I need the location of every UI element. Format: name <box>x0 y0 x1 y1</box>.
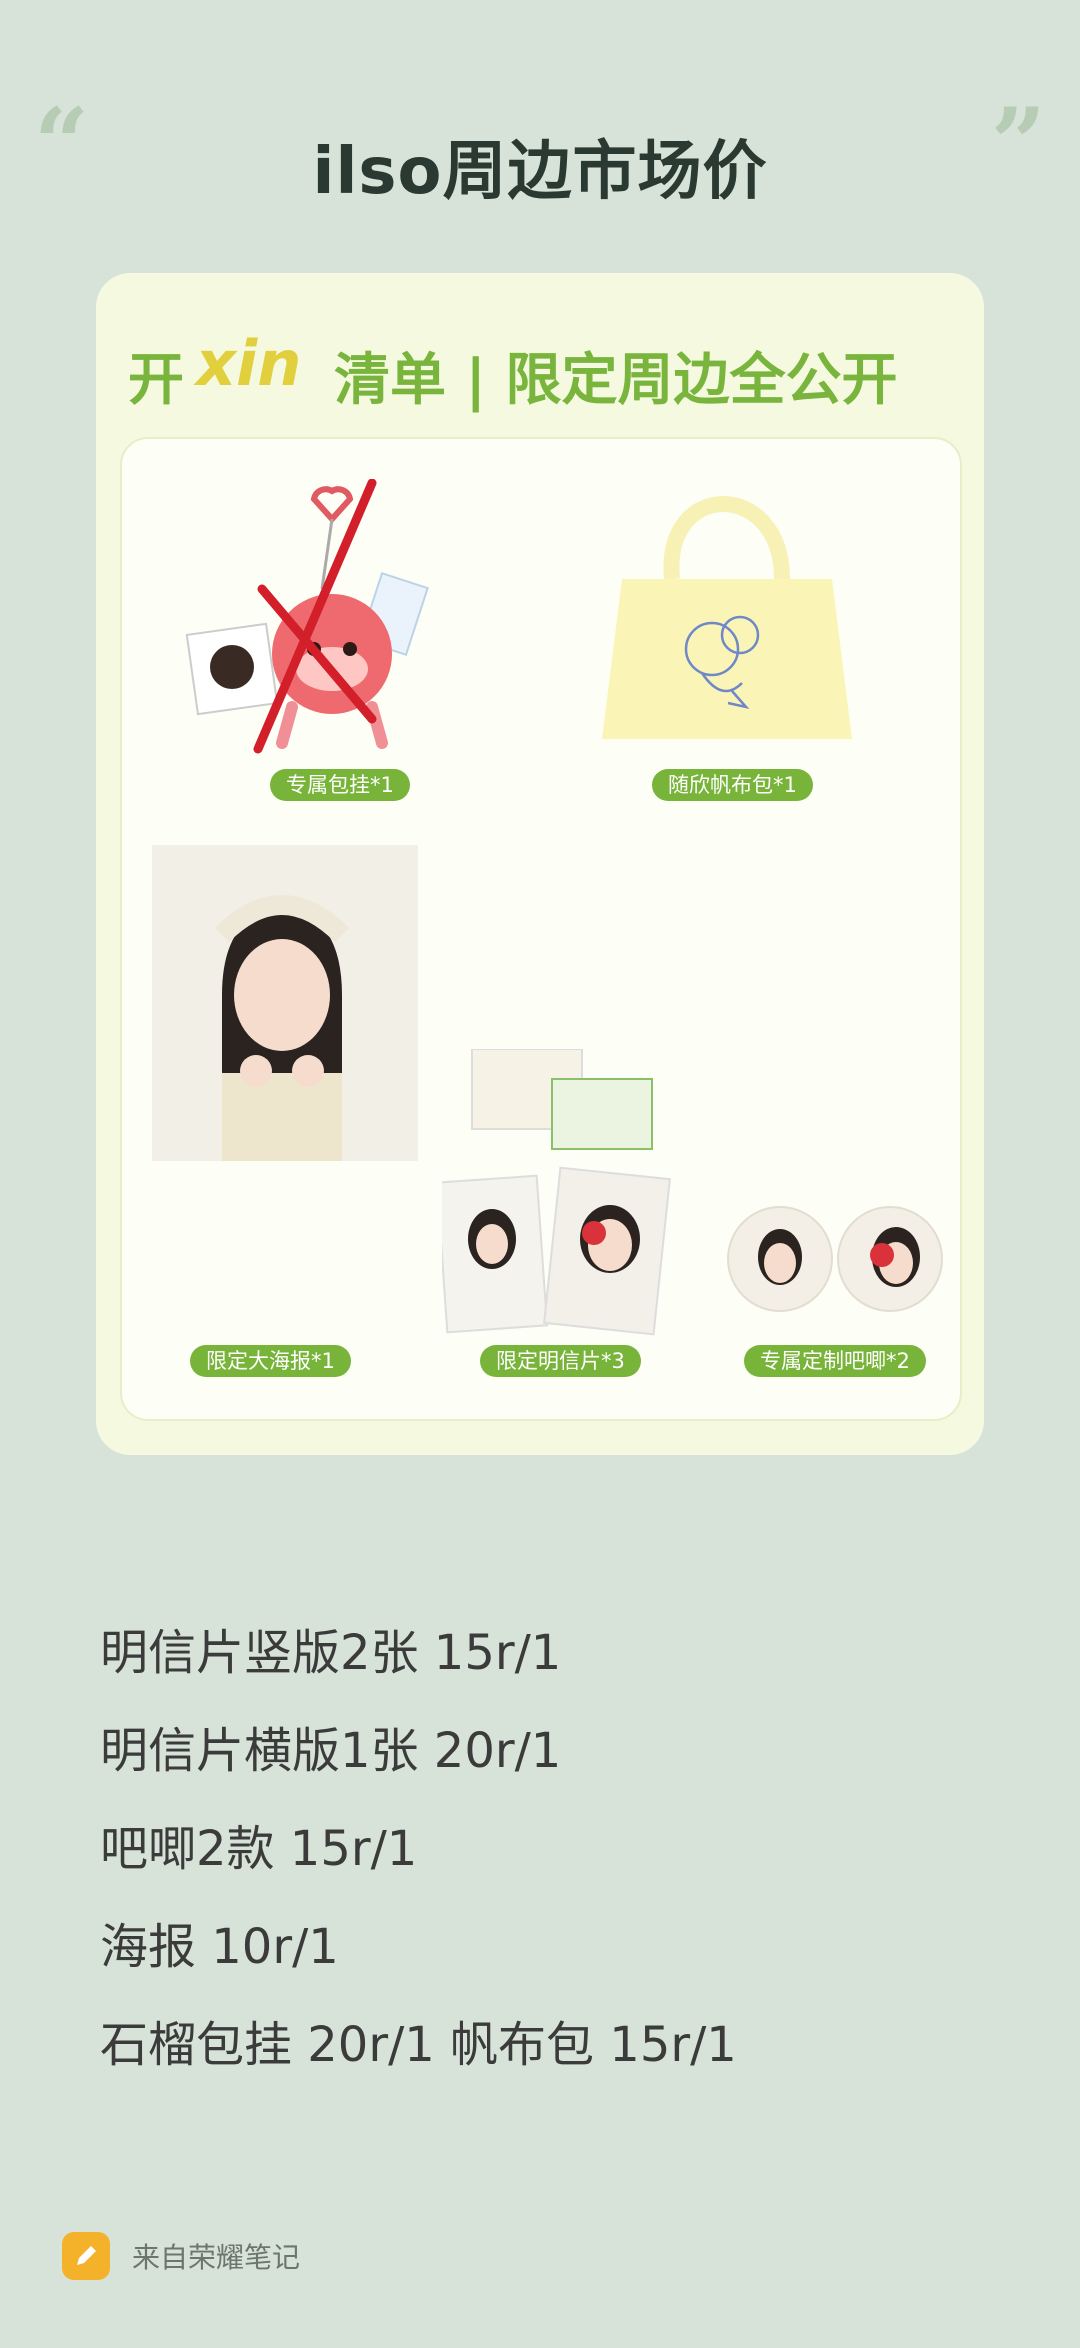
crossed-out-mark <box>253 479 377 754</box>
postcard-image <box>435 1048 671 1336</box>
source-footer[interactable]: 来自荣耀笔记 <box>62 2228 300 2284</box>
merch-card: 开 xin 清单 | 限定周边全公开 专属包挂*1 随欣帆布包*1 限定大海报*… <box>96 273 984 1455</box>
badge-item[interactable] <box>726 1199 946 1319</box>
price-line: 明信片横版1张 20r/1 <box>100 1723 562 1779</box>
item-label-tote-bag: 随欣帆布包*1 <box>652 769 813 801</box>
notes-app-icon <box>62 2232 110 2280</box>
price-list: 明信片竖版2张 15r/1 明信片横版1张 20r/1 吧唧2款 15r/1 海… <box>100 1604 737 2094</box>
merch-grid: 专属包挂*1 随欣帆布包*1 限定大海报*1 限定明信片*3 专属定制吧唧*2 <box>120 437 962 1421</box>
item-label-keychain: 专属包挂*1 <box>270 769 410 801</box>
card-header-xin: xin <box>196 327 302 400</box>
postcard-item[interactable] <box>435 1048 682 1339</box>
tote-bag-item[interactable] <box>582 459 872 759</box>
card-header-text: 清单 | 限定周边全公开 <box>334 348 898 413</box>
page-title: ilso周边市场价 <box>312 135 768 209</box>
badge-image <box>727 1206 943 1312</box>
card-header: 开 xin 清单 | 限定周边全公开 <box>96 327 984 417</box>
item-label-badges: 专属定制吧唧*2 <box>744 1345 926 1377</box>
price-line: 吧唧2款 15r/1 <box>100 1821 418 1877</box>
card-header-prefix: 开 <box>128 348 184 413</box>
price-line: 明信片竖版2张 15r/1 <box>100 1625 562 1681</box>
tote-bag-image <box>602 496 852 739</box>
price-line: 石榴包挂 20r/1 帆布包 15r/1 <box>100 2017 737 2073</box>
source-label: 来自荣耀笔记 <box>132 2241 301 2274</box>
poster-image <box>152 845 418 1161</box>
poster-item[interactable] <box>152 845 418 1161</box>
item-label-postcards: 限定明信片*3 <box>480 1345 641 1377</box>
item-label-poster: 限定大海报*1 <box>190 1345 351 1377</box>
price-line: 海报 10r/1 <box>100 1919 339 1975</box>
